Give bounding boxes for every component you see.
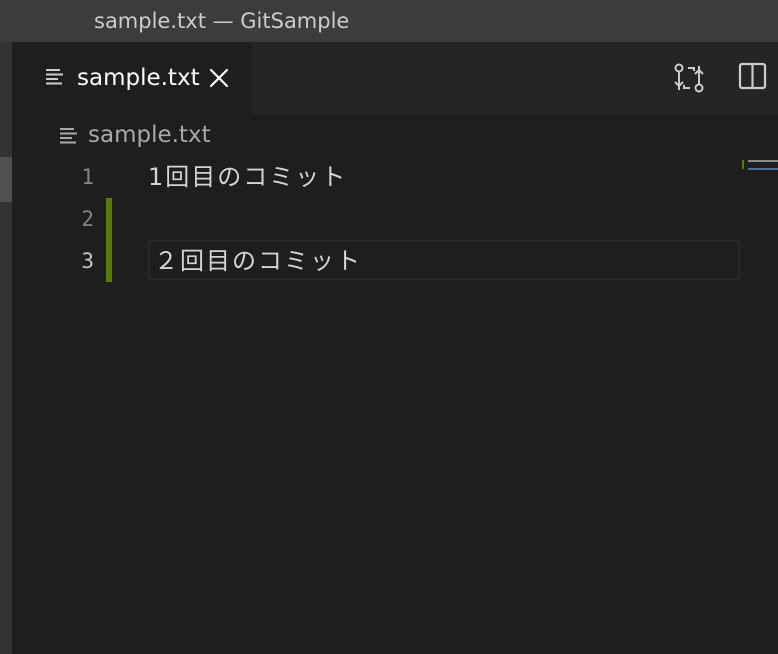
minimap-line [748, 168, 778, 170]
line-text: ２回目のコミット [154, 247, 362, 275]
tab-sample-txt[interactable]: sample.txt [12, 42, 252, 114]
split-editor-button[interactable] [738, 61, 772, 95]
split-editor-icon [738, 62, 767, 90]
minimap-line [748, 160, 778, 162]
activity-bar [0, 42, 12, 654]
minimap[interactable] [742, 156, 778, 180]
editor-line[interactable]: 2 [12, 198, 740, 240]
line-number: 2 [81, 207, 94, 231]
git-compare-icon [674, 63, 704, 93]
text-file-icon [46, 68, 64, 90]
minimap-gutter-indicator [742, 160, 744, 169]
text-file-icon [60, 127, 78, 149]
added-line-gutter-indicator [106, 198, 112, 240]
close-icon[interactable] [207, 66, 231, 90]
window-title: sample.txt — GitSample [94, 9, 350, 33]
activity-bar-active-indicator [0, 157, 12, 202]
editor-line-current[interactable]: 3 ２回目のコミット [12, 240, 740, 282]
tab-label: sample.txt [77, 65, 200, 91]
line-text: 1回目のコミット [148, 163, 348, 191]
editor-window: sample.txt — GitSample sample.txt sample… [0, 0, 778, 654]
breadcrumb: sample.txt [12, 114, 778, 156]
text-editor[interactable]: 1 1回目のコミット 2 3 ２回目のコミット [12, 156, 778, 654]
added-line-gutter-indicator [106, 240, 112, 282]
title-bar: sample.txt — GitSample [0, 0, 778, 42]
line-number: 1 [81, 165, 94, 189]
breadcrumb-item-sample-txt[interactable]: sample.txt [88, 120, 211, 150]
tab-bar: sample.txt [12, 42, 778, 114]
open-changes-button[interactable] [672, 61, 706, 95]
editor-line[interactable]: 1 1回目のコミット [12, 156, 740, 198]
line-number: 3 [81, 249, 94, 273]
